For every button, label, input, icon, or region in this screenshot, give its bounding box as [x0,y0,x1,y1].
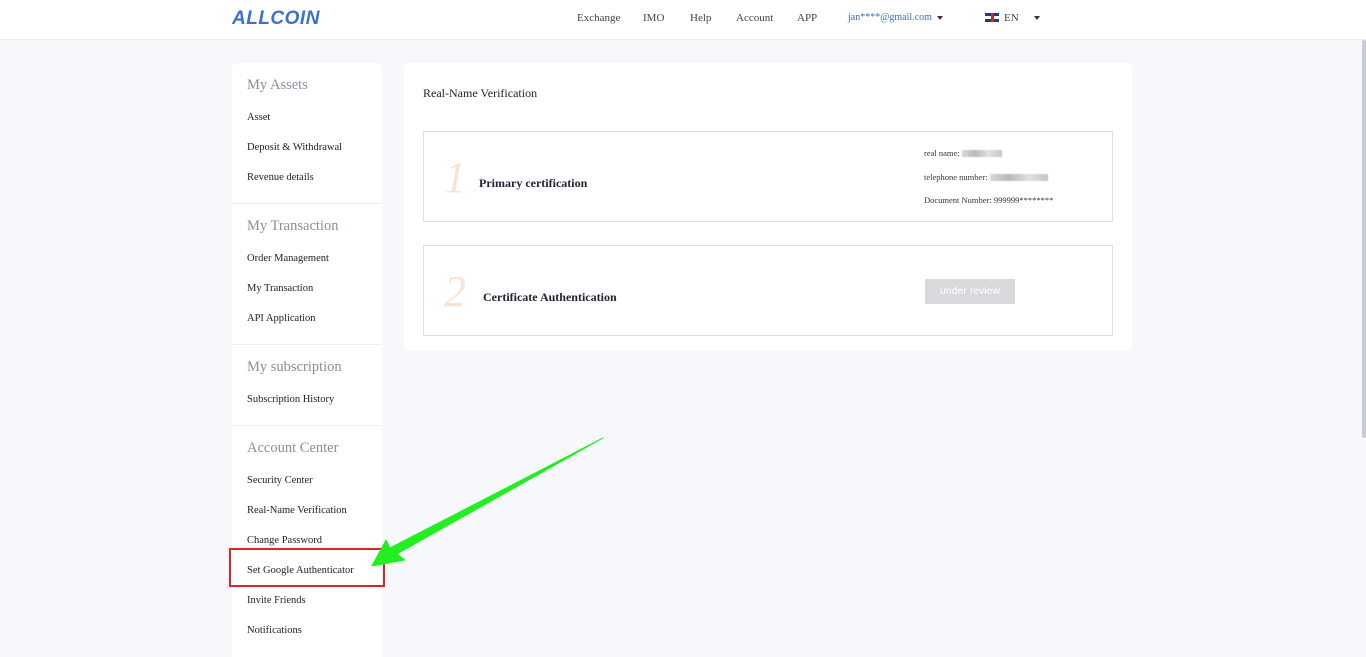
sidebar-item-real-name-verification[interactable]: Real-Name Verification [247,505,347,516]
nav-app[interactable]: APP [797,12,817,24]
sidebar-item-my-transaction[interactable]: My Transaction [247,283,313,294]
page-title: Real-Name Verification [423,86,538,100]
telephone-field: telephone number: [924,172,1048,182]
step-primary-certification: 1 Primary certification real name: telep… [423,131,1113,222]
sidebar-group-title: Account Center [247,440,339,456]
page-scrollbar[interactable] [1362,40,1366,438]
sidebar-item-invite-friends[interactable]: Invite Friends [247,595,306,606]
document-number-field: Document Number: 999999******** [924,195,1054,205]
redacted-value [989,174,1048,181]
nav-imo[interactable]: IMO [643,12,664,24]
nav-help[interactable]: Help [690,12,711,24]
uk-flag-icon [985,13,999,22]
step-label: Certificate Authentication [483,290,617,304]
sidebar-group-my-assets: My Assets Asset Deposit & Withdrawal Rev… [232,63,382,203]
real-name-label: real name: [924,148,960,158]
real-name-field: real name: [924,148,1002,158]
top-header: ALLCOIN Exchange IMO Help Account APP ja… [0,0,1366,40]
sidebar-group-title: My Assets [247,77,308,93]
sidebar-item-change-password[interactable]: Change Password [247,535,322,546]
under-review-button[interactable]: under review [925,279,1015,304]
sidebar-item-asset[interactable]: Asset [247,112,270,123]
sidebar-item-deposit-withdrawal[interactable]: Deposit & Withdrawal [247,142,342,153]
language-selector[interactable]: EN [985,12,1019,24]
step-certificate-authentication: 2 Certificate Authentication under revie… [423,245,1113,336]
sidebar-item-order-management[interactable]: Order Management [247,253,329,264]
user-email: jan****@gmail.com [848,12,932,23]
language-label: EN [1004,12,1019,24]
sidebar-group-my-transaction: My Transaction Order Management My Trans… [232,203,382,344]
user-account-menu[interactable]: jan****@gmail.com [848,12,943,23]
step-number: 1 [444,153,466,202]
sidebar-item-api-application[interactable]: API Application [247,313,316,324]
sidebar-group-title: My Transaction [247,218,339,234]
caret-down-icon [936,15,943,20]
allcoin-logo[interactable]: ALLCOIN [232,8,320,30]
nav-account[interactable]: Account [736,12,773,24]
sidebar-group-title: My subscription [247,359,342,375]
annotation-arrow-icon [371,437,604,567]
sidebar-group-my-subscription: My subscription Subscription History [232,344,382,425]
sidebar-item-subscription-history[interactable]: Subscription History [247,394,334,405]
redacted-value [961,150,1002,157]
step-number: 2 [444,267,466,316]
caret-down-icon[interactable] [1034,16,1040,20]
verification-panel: Real-Name Verification 1 Primary certifi… [404,63,1132,351]
sidebar-item-notifications[interactable]: Notifications [247,625,302,636]
telephone-label: telephone number: [924,172,988,182]
step-label: Primary certification [479,176,588,190]
nav-exchange[interactable]: Exchange [577,12,620,24]
sidebar-item-revenue-details[interactable]: Revenue details [247,172,314,183]
sidebar-item-security-center[interactable]: Security Center [247,475,313,486]
